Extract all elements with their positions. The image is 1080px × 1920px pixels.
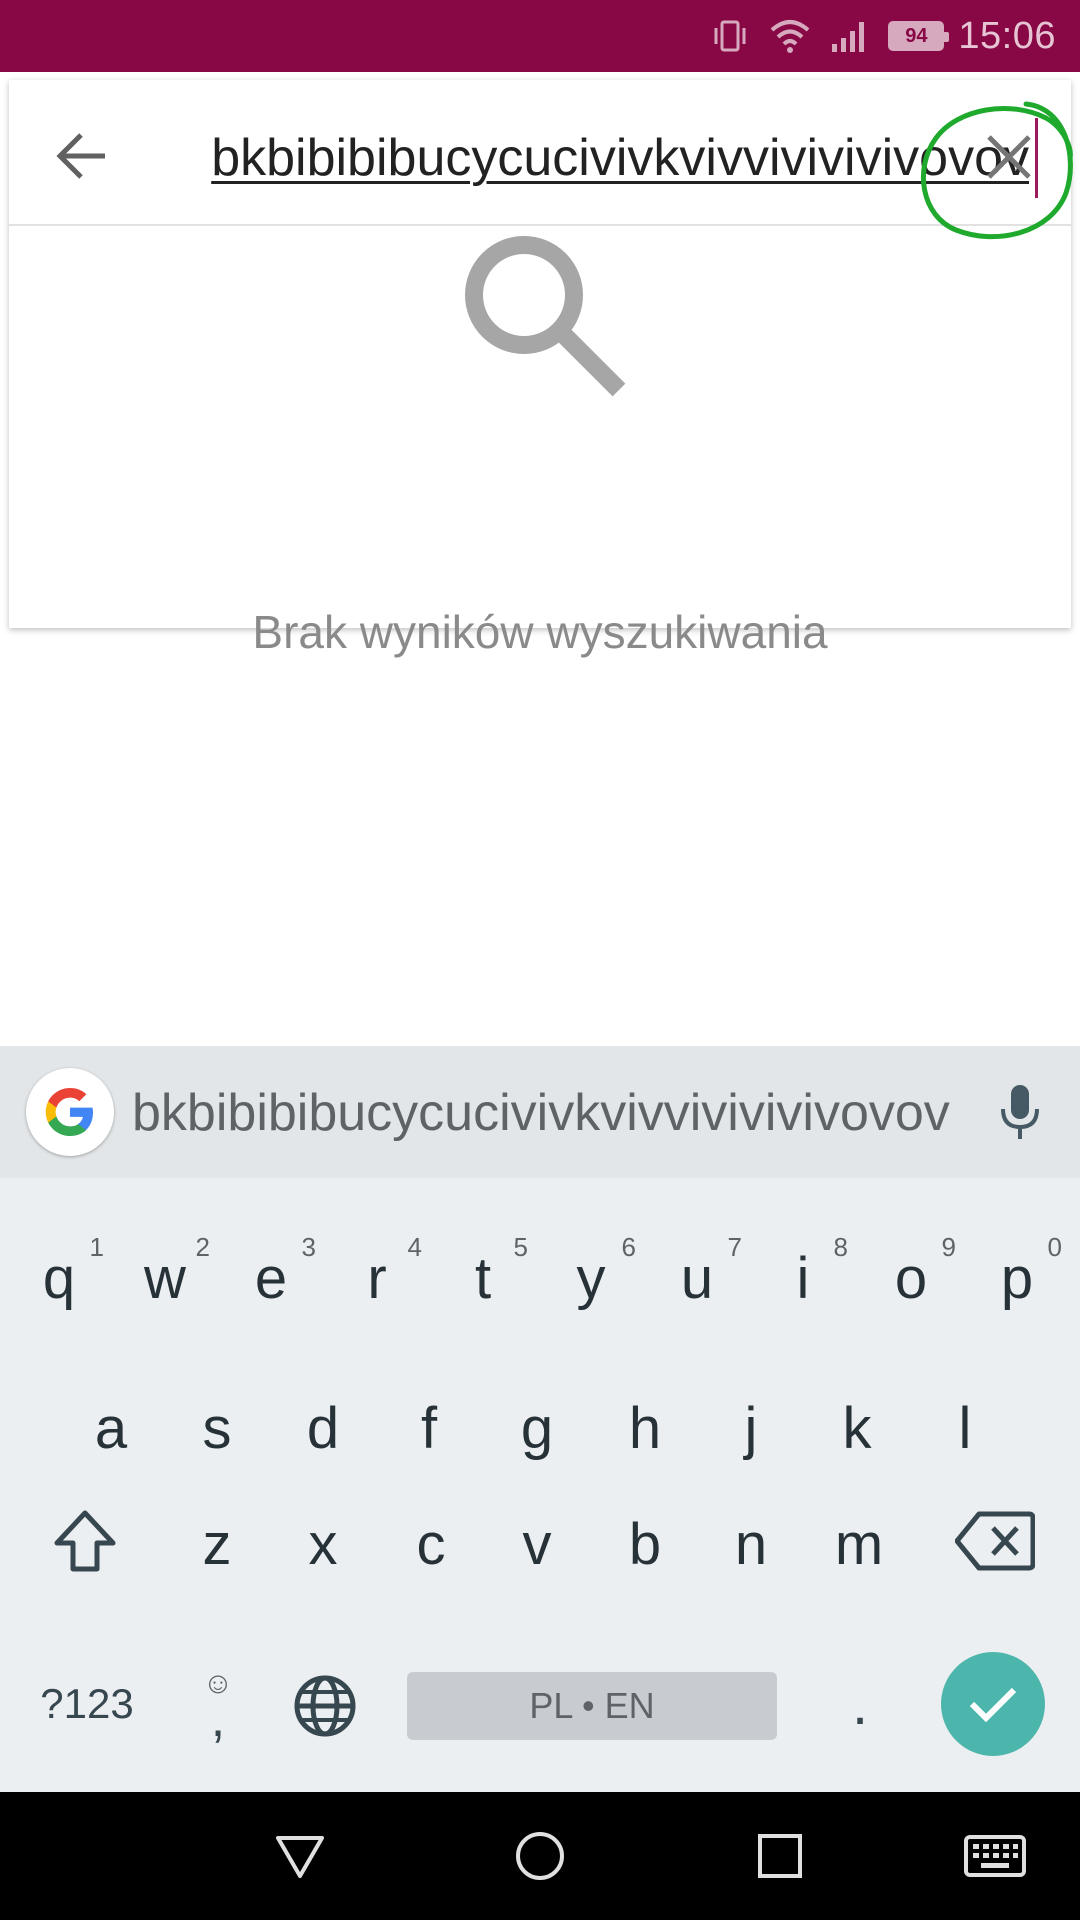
signal-icon (830, 18, 870, 54)
language-switch-key[interactable] (285, 1656, 365, 1756)
key-hint: 9 (941, 1232, 956, 1262)
vibrate-icon (710, 16, 750, 56)
shift-icon (54, 1510, 116, 1572)
key-label: u (680, 1245, 714, 1311)
keyboard-icon (964, 1835, 1026, 1877)
key-hint: 5 (513, 1232, 528, 1262)
key-hint: 7 (727, 1232, 742, 1262)
nav-home-button[interactable] (508, 1824, 572, 1888)
key-hint: 1 (89, 1232, 104, 1262)
back-arrow-icon (56, 133, 105, 179)
key-p[interactable]: p0 (964, 1208, 1070, 1348)
key-l[interactable]: l (912, 1358, 1018, 1498)
key-r[interactable]: r4 (324, 1208, 430, 1348)
key-u[interactable]: u7 (644, 1208, 750, 1348)
keyboard: bkbibibibucycucivivkvivvivivivivovov ?12… (0, 1046, 1080, 1792)
key-a[interactable]: a (58, 1358, 164, 1498)
key-t[interactable]: t5 (430, 1208, 536, 1348)
key-x[interactable]: x (270, 1474, 376, 1614)
comma-label: , (210, 1690, 226, 1748)
key-hint: 8 (833, 1232, 848, 1262)
key-label: w (144, 1245, 186, 1311)
globe-icon (294, 1675, 356, 1737)
status-bar: 94 15:06 (0, 0, 1080, 72)
square-recents-icon (758, 1834, 802, 1878)
key-hint: 0 (1047, 1232, 1062, 1262)
key-label: t (474, 1245, 492, 1311)
key-label: o (894, 1245, 928, 1311)
circle-home-icon (516, 1832, 564, 1880)
key-m[interactable]: m (806, 1474, 912, 1614)
key-b[interactable]: b (592, 1474, 698, 1614)
key-z[interactable]: z (164, 1474, 270, 1614)
nav-recents-button[interactable] (748, 1824, 812, 1888)
comma-key[interactable]: ☺ , (180, 1654, 256, 1754)
nav-keyboard-button[interactable] (960, 1824, 1030, 1888)
key-label: q (42, 1245, 76, 1311)
key-o[interactable]: o9 (858, 1208, 964, 1348)
google-button[interactable] (26, 1068, 114, 1156)
search-query-text: bkbibibibucycucivivkvivvivivivivovov (211, 118, 1038, 198)
navigation-bar (0, 1792, 1080, 1920)
battery-level: 94 (888, 21, 950, 51)
key-label: e (254, 1245, 288, 1311)
key-label: y (576, 1245, 606, 1311)
search-header: bkbibibibucycucivivkvivvivivivivovov (9, 80, 1071, 226)
back-button[interactable] (49, 123, 115, 189)
key-hint: 3 (301, 1232, 316, 1262)
key-hint: 6 (621, 1232, 636, 1262)
backspace-icon (955, 1511, 1035, 1571)
clear-search-button[interactable] (969, 125, 1049, 189)
key-hint: 4 (407, 1232, 422, 1262)
enter-key[interactable] (941, 1652, 1045, 1756)
key-hint: 2 (195, 1232, 210, 1262)
checkmark-icon (969, 1687, 1017, 1723)
search-card: bkbibibibucycucivivkvivvivivivivovov Bra… (9, 80, 1071, 658)
space-key[interactable]: PL • EN (407, 1672, 777, 1740)
suggestion-bar: bkbibibibucycucivivkvivvivivivivovov (0, 1046, 1080, 1178)
microphone-icon (1001, 1085, 1039, 1139)
triangle-back-icon (276, 1836, 324, 1878)
period-key[interactable]: . (820, 1654, 900, 1754)
key-e[interactable]: e3 (218, 1208, 324, 1348)
key-label: i (796, 1245, 810, 1311)
search-icon (459, 230, 629, 405)
key-label: p (1000, 1245, 1034, 1311)
symbols-key[interactable]: ?123 (22, 1654, 152, 1754)
clock: 15:06 (958, 14, 1056, 57)
key-w[interactable]: w2 (112, 1208, 218, 1348)
nav-back-button[interactable] (268, 1824, 332, 1888)
key-n[interactable]: n (698, 1474, 804, 1614)
close-icon (987, 135, 1031, 179)
key-i[interactable]: i8 (750, 1208, 856, 1348)
key-v[interactable]: v (484, 1474, 590, 1614)
key-y[interactable]: y6 (538, 1208, 644, 1348)
suggestion-text[interactable]: bkbibibibucycucivivkvivvivivivivovov (132, 1078, 950, 1148)
wifi-icon (768, 18, 812, 54)
shift-key[interactable] (40, 1486, 130, 1596)
google-icon (45, 1088, 93, 1136)
backspace-key[interactable] (950, 1486, 1040, 1596)
key-c[interactable]: c (378, 1474, 484, 1614)
battery-icon: 94 (888, 21, 950, 51)
key-q[interactable]: q1 (6, 1208, 112, 1348)
no-results-message: Brak wyników wyszukiwania (252, 606, 828, 658)
search-input[interactable]: bkbibibibucycucivivkvivvivivivivovov (194, 118, 1038, 198)
mic-button[interactable] (990, 1080, 1050, 1146)
key-label: r (367, 1245, 387, 1311)
